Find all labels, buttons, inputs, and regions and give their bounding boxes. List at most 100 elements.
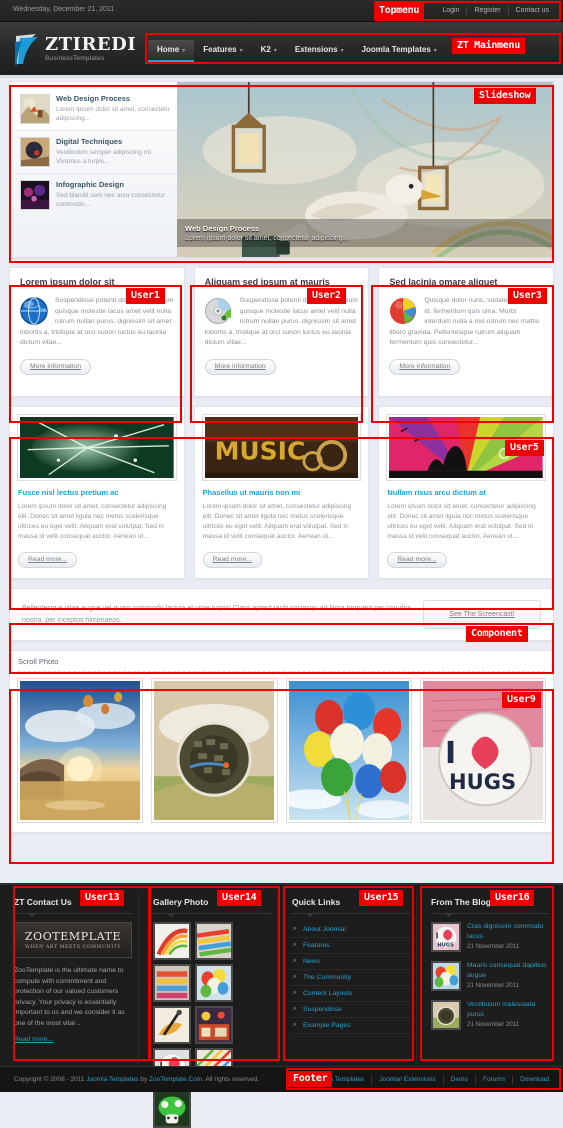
- slideshow-list-item[interactable]: Infographic Design Sed blandit sem nec a…: [16, 173, 177, 216]
- gallery-cell-colorpaper[interactable]: [195, 922, 233, 960]
- blog-card-title[interactable]: Nullam risus arcu dictum at: [387, 488, 545, 497]
- gallery-cell-mushroom[interactable]: [153, 1090, 191, 1128]
- quick-link-the-community[interactable]: The Community: [292, 970, 410, 986]
- see-the-screencast-button[interactable]: See The Screencast!: [423, 600, 541, 629]
- zootemplate-brand: ZOOTEMPLATE: [24, 930, 122, 943]
- anno-label-user2: User2: [307, 288, 346, 304]
- hugs-thumb-image: I HUGS: [431, 922, 461, 952]
- quick-link-news[interactable]: News: [292, 954, 410, 970]
- read-more-button[interactable]: Read more...: [202, 552, 262, 568]
- user3-more-information-button[interactable]: More information: [389, 358, 461, 375]
- menu-label: Home: [157, 45, 180, 54]
- chevron-down-icon: ▾: [239, 48, 243, 54]
- read-more-button[interactable]: Read more...: [18, 552, 78, 568]
- footer-link-demo[interactable]: Demo: [444, 1075, 477, 1084]
- footer-link-download[interactable]: Download: [513, 1076, 549, 1084]
- anno-label-slideshow: Slideshow: [474, 88, 536, 104]
- footer-blog-title[interactable]: Cras dignissim commodo lacus: [467, 922, 549, 941]
- copyright-text: Copyright © 2008 - 2011 Joomla Templates…: [14, 1076, 259, 1083]
- user1-more-information-button[interactable]: More information: [20, 358, 91, 375]
- menu-item-home[interactable]: Home ▾: [148, 40, 195, 62]
- user2-more-information-button[interactable]: More information: [204, 358, 276, 375]
- anno-label-topmenu: Topmenu: [374, 3, 425, 19]
- slideshow-module[interactable]: Web Design Process Lorem ipsum dolor sit…: [9, 81, 554, 258]
- quick-links-list[interactable]: About Joomla! Features News The Communit…: [292, 922, 410, 1034]
- quick-link-example-pages[interactable]: Example Pages: [292, 1018, 410, 1034]
- gallery-cell-pen-leaf[interactable]: [153, 1006, 191, 1044]
- chevron-down-icon: ▾: [273, 48, 277, 54]
- footer-link-joomla-extensions[interactable]: Joomla! Extensions: [372, 1075, 444, 1084]
- footer-blog-title[interactable]: Mauris consequat dapibus augue: [467, 961, 549, 980]
- menu-item-k2[interactable]: K2 ▾: [252, 40, 286, 62]
- footer-modules: ZT Contact Us ZOOTEMPLATE WHEN ART MEETS…: [0, 883, 563, 1128]
- user2-heading: Aliquam sed ipsum at mauris: [204, 277, 330, 287]
- scroll-photo-row[interactable]: I HUGS: [16, 678, 547, 823]
- divider: [292, 913, 410, 917]
- menu-item-extensions[interactable]: Extensions ▾: [286, 40, 353, 62]
- component-text: Pellentesque vitae augue vel quam commod…: [22, 604, 411, 624]
- divider: [14, 913, 132, 917]
- slideshow-item-desc: Lorem ipsum dolor sit amet, consectetur …: [56, 106, 172, 122]
- user1-heading: Lorem ipsum dolor sit: [20, 277, 115, 287]
- quick-link-features[interactable]: Features: [292, 938, 410, 954]
- slideshow-caption-desc: Lorem ipsum dolor sit amet, consectetur …: [185, 235, 349, 242]
- blog-card-title[interactable]: Fusce nisl lectus pretium ac: [18, 488, 176, 497]
- footer-blog-item[interactable]: Vestibulum malesuada purus 21 November 2…: [431, 1000, 549, 1030]
- contact-read-more-link[interactable]: Read more...: [14, 1036, 53, 1043]
- slideshow-list-item[interactable]: Web Design Process Lorem ipsum dolor sit…: [16, 88, 177, 130]
- user13-module: ZT Contact Us ZOOTEMPLATE WHEN ART MEETS…: [8, 893, 139, 1066]
- menu-item-features[interactable]: Features ▾: [194, 40, 251, 62]
- user15-module: Quick Links About Joomla! Features News …: [286, 893, 417, 1066]
- copyright-link-zootemplate[interactable]: ZooTemplate.Com: [149, 1076, 202, 1083]
- bottom-footer-links[interactable]: Joomla Templates Joomla! Extensions Demo…: [305, 1075, 549, 1084]
- logo-swoosh-icon: [14, 32, 40, 66]
- topmenu-login[interactable]: Login: [435, 6, 468, 15]
- footer-blog-item[interactable]: I HUGS Cras dignissim commodo lacus 21 No…: [431, 922, 549, 952]
- zootemplate-tagline: WHEN ART MEETS COMMUNITY: [25, 945, 121, 950]
- gallery-cell-balloons[interactable]: [195, 964, 233, 1002]
- read-more-button[interactable]: Read more...: [387, 552, 447, 568]
- slideshow-list-item[interactable]: Digital Techniques Vestibulum semper adi…: [16, 130, 177, 173]
- scroll-photo-item[interactable]: [285, 678, 412, 823]
- user14-module: Gallery Photo IHUGS: [147, 893, 278, 1128]
- user9-module: Scroll Photo I HUGS: [9, 650, 554, 833]
- gallery-cell-fair[interactable]: [195, 1006, 233, 1044]
- quick-link-suspendisse[interactable]: Suspendisse: [292, 1002, 410, 1018]
- footer-blog-date: 21 November 2011: [467, 982, 520, 989]
- tunnel-thumb-image: [431, 1000, 461, 1030]
- scroll-photo-item[interactable]: [151, 678, 278, 823]
- top-menu[interactable]: Login Register Contact us: [435, 6, 553, 15]
- gallery-grid[interactable]: IHUGS: [153, 922, 271, 1128]
- slideshow-list[interactable]: Web Design Process Lorem ipsum dolor sit…: [10, 82, 177, 257]
- gallery-cell-crayons[interactable]: [153, 964, 191, 1002]
- copyright-link-joomla-templates[interactable]: Joomla Templates: [86, 1076, 138, 1083]
- logo-title: ZTIREDI: [45, 33, 137, 55]
- anno-label-user1: User1: [126, 288, 165, 304]
- slideshow-thumb-icon: [20, 94, 50, 124]
- footer-blog-item[interactable]: Mauris consequat dapibus augue 21 Novemb…: [431, 961, 549, 991]
- quick-link-content-layouts[interactable]: Content Layouts: [292, 986, 410, 1002]
- blog-card-title[interactable]: Phasellus ut mauris non mi: [203, 488, 361, 497]
- slideshow-thumb-icon: [20, 180, 50, 210]
- slideshow-item-title: Digital Techniques: [56, 137, 123, 146]
- main-menu[interactable]: Home ▾ Features ▾ K2 ▾ Extensions ▾ Joomla T…: [148, 40, 446, 62]
- footer-blog-date: 21 November 2011: [467, 943, 520, 950]
- quick-link-about-joomla[interactable]: About Joomla!: [292, 922, 410, 938]
- menu-item-joomla-templates[interactable]: Joomla Templates ▾: [353, 40, 446, 62]
- footer-blog-title[interactable]: Vestibulum malesuada purus: [467, 1000, 549, 1019]
- site-logo[interactable]: ZTIREDI BusinessTemplates: [14, 32, 136, 66]
- topmenu-contact-us[interactable]: Contact us: [509, 6, 553, 15]
- scroll-photo-item[interactable]: [16, 678, 144, 823]
- footer-blog-date: 21 November 2011: [467, 1021, 520, 1028]
- footer-link-forums[interactable]: Forums: [476, 1075, 514, 1084]
- svg-text:HUGS: HUGS: [437, 943, 454, 949]
- slideshow-stage[interactable]: Web Design Process Lorem ipsum dolor sit…: [177, 82, 553, 257]
- blog-card: Fusce nisl lectus pretium ac Lorem ipsum…: [9, 406, 185, 579]
- topmenu-register[interactable]: Register: [467, 6, 509, 15]
- anno-label-user5: User5: [505, 440, 544, 456]
- gallery-cell-swirl[interactable]: [153, 922, 191, 960]
- user16-module: From The Blog I HUGS Cras dignissim commo…: [425, 893, 555, 1066]
- slideshow-item-title: Infographic Design: [56, 180, 124, 189]
- anno-label-component: Component: [466, 626, 528, 642]
- divider: [431, 913, 549, 917]
